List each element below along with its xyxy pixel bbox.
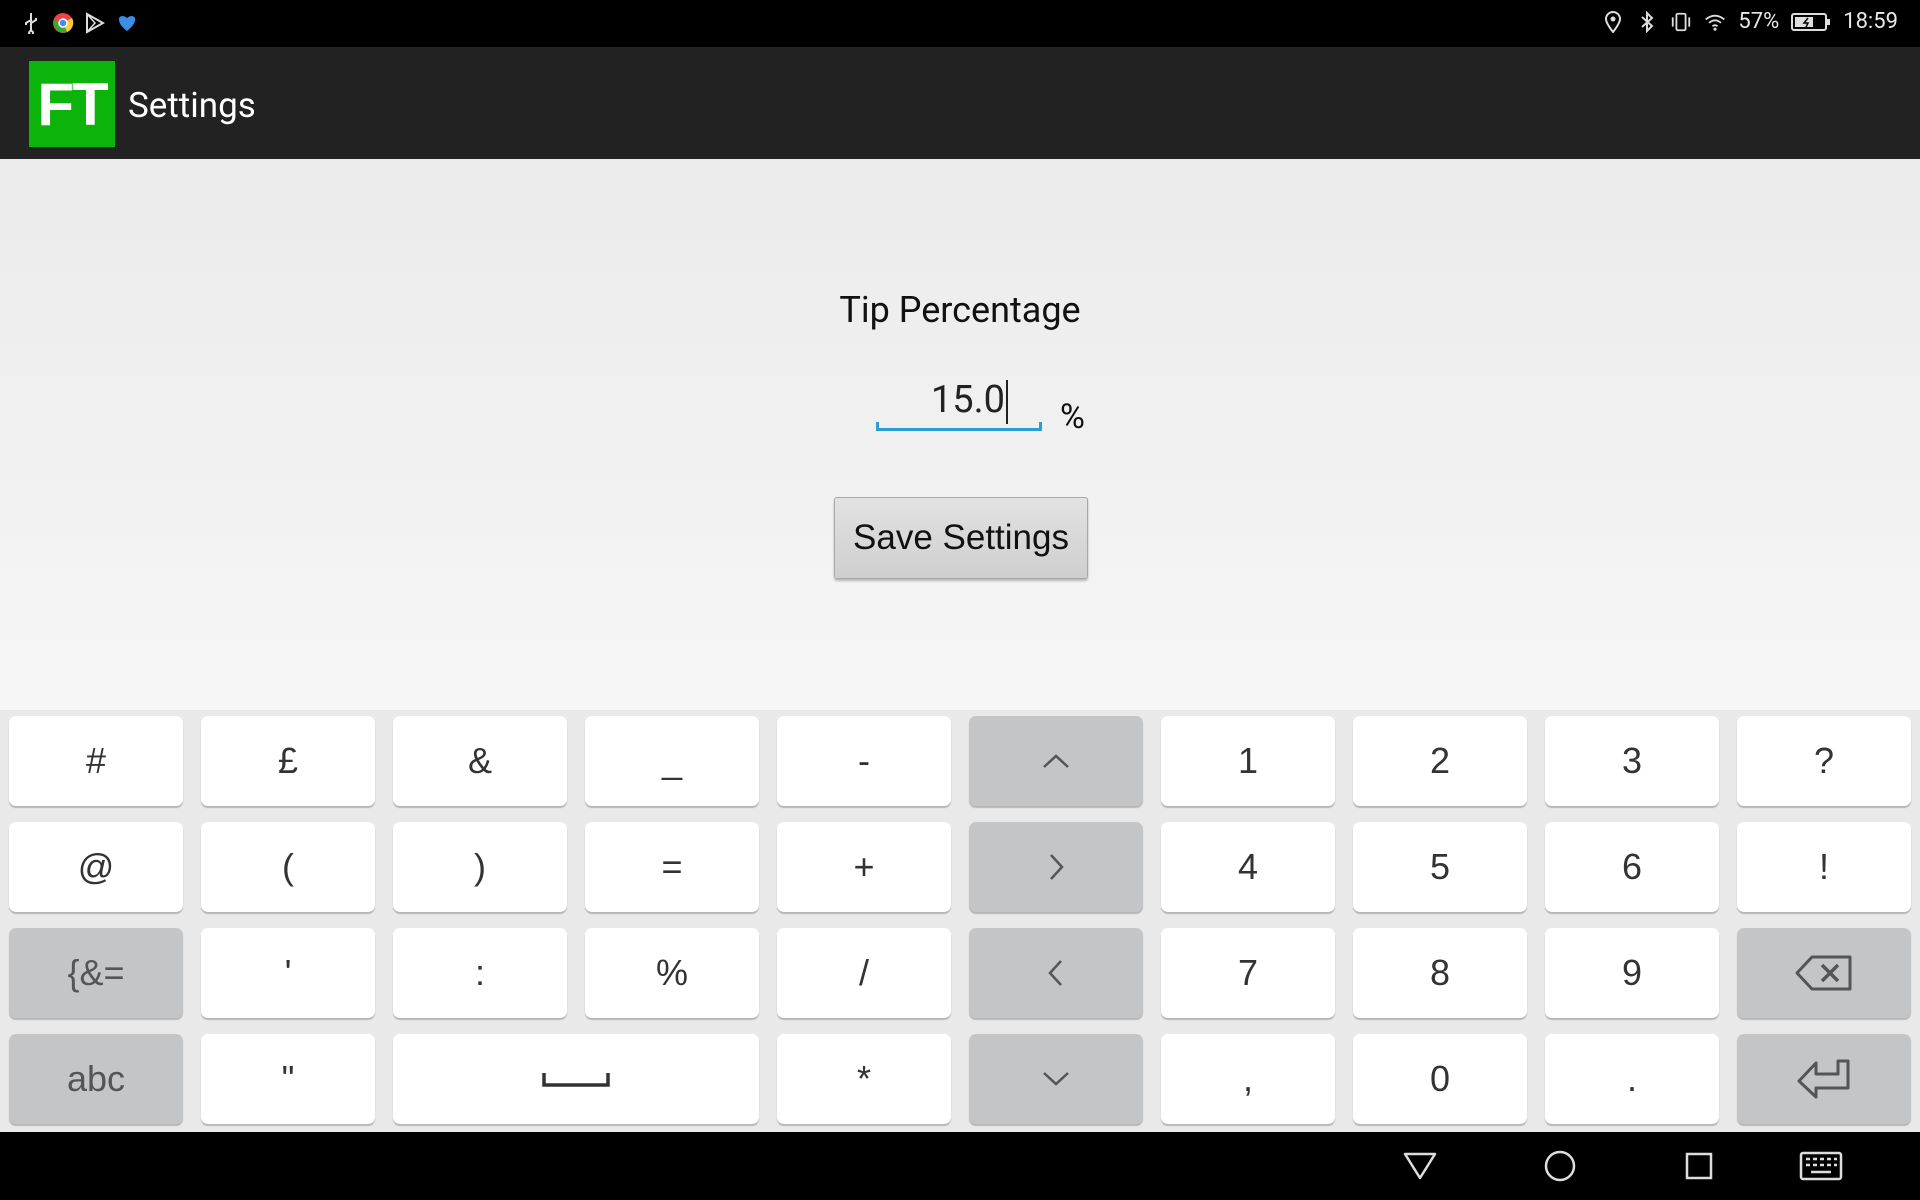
key-cursor-left[interactable] [969,928,1143,1018]
key-double-quote[interactable]: " [201,1034,375,1124]
key-open-paren[interactable]: ( [201,822,375,912]
settings-content: Tip Percentage 15.0 % Save Settings [0,159,1920,710]
percent-sign-label: % [1060,397,1085,437]
recents-button[interactable] [1677,1146,1721,1186]
key-percent[interactable]: % [585,928,759,1018]
key-asterisk[interactable]: * [777,1034,951,1124]
key-backspace[interactable] [1737,928,1911,1018]
app-bar: FT Settings [0,47,1920,159]
key-space[interactable] [393,1034,759,1124]
key-7[interactable]: 7 [1161,928,1335,1018]
key-question[interactable]: ? [1737,716,1911,806]
space-icon [542,1073,610,1087]
key-pound[interactable]: £ [201,716,375,806]
battery-icon [1791,10,1831,34]
status-bar: 57% 18:59 [0,0,1920,47]
key-comma[interactable]: , [1161,1034,1335,1124]
backspace-icon [1795,955,1852,991]
key-period[interactable]: . [1545,1034,1719,1124]
keyboard-switch-icon [1799,1151,1843,1181]
key-slash[interactable]: / [777,928,951,1018]
bluetooth-icon [1636,10,1658,34]
key-hash[interactable]: # [9,716,183,806]
navigation-bar [0,1132,1920,1200]
location-icon [1602,10,1624,34]
key-3[interactable]: 3 [1545,716,1719,806]
key-ampersand[interactable]: & [393,716,567,806]
tip-percentage-field[interactable]: 15.0 [876,375,1044,431]
play-store-icon [84,11,106,35]
vibrate-icon [1670,10,1692,34]
key-minus[interactable]: - [777,716,951,806]
key-1[interactable]: 1 [1161,716,1335,806]
back-button[interactable] [1398,1146,1442,1186]
back-icon [1403,1152,1437,1180]
key-cursor-right[interactable] [969,822,1143,912]
battery-percent: 57% [1738,9,1780,34]
key-8[interactable]: 8 [1353,928,1527,1018]
key-exclamation[interactable]: ! [1737,822,1911,912]
key-6[interactable]: 6 [1545,822,1719,912]
key-at[interactable]: @ [9,822,183,912]
save-settings-button[interactable]: Save Settings [834,497,1088,579]
home-button[interactable] [1538,1146,1582,1186]
key-cursor-down[interactable] [969,1034,1143,1124]
soft-keyboard: # £ & _ - 1 2 3 ? @ ( ) = + 4 5 6 ! {&= … [0,710,1920,1132]
key-shift-up[interactable] [969,716,1143,806]
key-9[interactable]: 9 [1545,928,1719,1018]
usb-icon [20,11,42,35]
cursor-left-icon [1048,960,1062,986]
key-0[interactable]: 0 [1353,1034,1527,1124]
key-colon[interactable]: : [393,928,567,1018]
keyboard-switch-button[interactable] [1797,1146,1845,1186]
enter-icon [1797,1059,1850,1099]
key-enter[interactable] [1737,1034,1911,1124]
tip-percentage-input[interactable]: 15.0 [876,375,1026,425]
cursor-down-icon [1043,1072,1069,1086]
key-apostrophe[interactable]: ' [201,928,375,1018]
key-abc[interactable]: abc [9,1034,183,1124]
text-cursor [1006,379,1008,424]
input-underline [876,422,1042,431]
shift-up-icon [1043,754,1069,768]
key-5[interactable]: 5 [1353,822,1527,912]
key-2[interactable]: 2 [1353,716,1527,806]
key-4[interactable]: 4 [1161,822,1335,912]
tip-percentage-label: Tip Percentage [839,289,1081,331]
page-title: Settings [128,85,256,126]
tip-value: 15.0 [930,378,1005,422]
key-symbols-page[interactable]: {&= [9,928,183,1018]
chrome-icon [52,11,74,35]
key-plus[interactable]: + [777,822,951,912]
system-indicators: 57% 18:59 [1602,9,1898,34]
app-notification-icon [116,11,138,35]
clock: 18:59 [1843,9,1898,34]
home-icon [1544,1150,1576,1182]
cursor-right-icon [1050,854,1064,880]
app-logo: FT [29,61,115,147]
recents-icon [1685,1152,1713,1180]
wifi-icon [1704,10,1726,34]
key-equals[interactable]: = [585,822,759,912]
notification-icons [20,11,138,35]
key-underscore[interactable]: _ [585,716,759,806]
key-close-paren[interactable]: ) [393,822,567,912]
